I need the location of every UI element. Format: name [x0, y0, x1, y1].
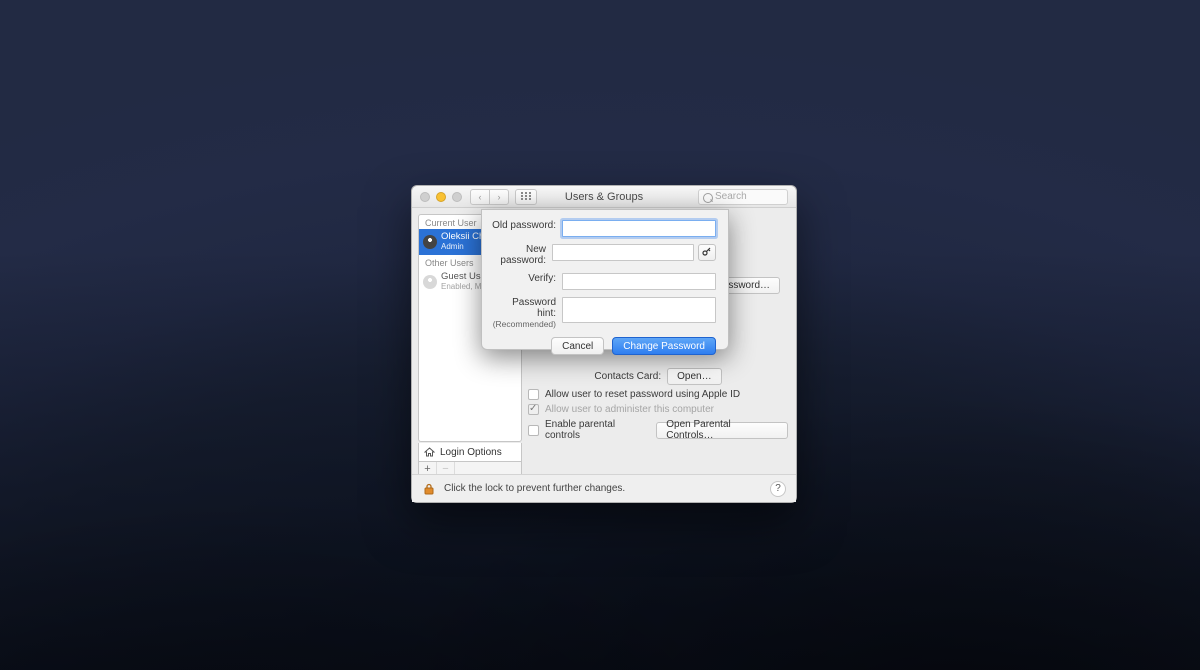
password-hint-input[interactable]	[562, 297, 716, 323]
login-options-button[interactable]: Login Options	[418, 443, 522, 462]
allow-admin-row: Allow user to administer this computer	[528, 404, 788, 415]
cancel-button[interactable]: Cancel	[551, 337, 604, 355]
parental-label: Enable parental controls	[545, 419, 650, 441]
avatar	[423, 235, 437, 249]
new-password-input[interactable]	[552, 244, 694, 261]
verify-password-input[interactable]	[562, 273, 716, 290]
parental-checkbox[interactable]	[528, 425, 539, 436]
avatar	[423, 275, 437, 289]
help-icon: ?	[775, 483, 781, 494]
search-input[interactable]: Search	[698, 189, 788, 205]
contacts-card-row: Contacts Card: Open…	[528, 368, 788, 385]
lock-icon[interactable]	[422, 482, 436, 496]
sheet-actions: Cancel Change Password	[492, 337, 716, 355]
old-password-label: Old password:	[492, 220, 562, 231]
verify-password-label: Verify:	[492, 273, 562, 284]
window-titlebar: ‹ › Users & Groups Search	[412, 186, 796, 208]
nav-forward-button[interactable]: ›	[489, 189, 509, 205]
password-hint-row: Password hint: (Recommended)	[492, 297, 716, 330]
chevron-right-icon: ›	[498, 192, 501, 202]
nav-buttons: ‹ ›	[470, 189, 509, 205]
allow-reset-row: Allow user to reset password using Apple…	[528, 389, 788, 400]
parental-open-label: Open Parental Controls…	[666, 419, 778, 441]
verify-password-row: Verify:	[492, 273, 716, 290]
sidebar-user-role: Admin	[441, 242, 464, 251]
allow-reset-checkbox[interactable]	[528, 389, 539, 400]
change-password-submit-label: Change Password	[623, 341, 705, 352]
show-all-button[interactable]	[515, 189, 537, 205]
password-hint-sub: (Recommended)	[493, 319, 556, 329]
new-password-label: New password:	[492, 244, 552, 266]
contacts-card-label: Contacts Card:	[594, 371, 661, 382]
password-hint-label: Password hint: (Recommended)	[492, 297, 562, 330]
login-options-label: Login Options	[440, 447, 502, 458]
search-placeholder: Search	[715, 191, 747, 202]
allow-admin-label: Allow user to administer this computer	[545, 404, 714, 415]
old-password-row: Old password:	[492, 220, 716, 237]
change-password-sheet: Old password: New password: Verify: Pass…	[481, 209, 729, 350]
cancel-label: Cancel	[562, 341, 593, 352]
old-password-input[interactable]	[562, 220, 716, 237]
home-icon	[424, 447, 435, 458]
window-footer: Click the lock to prevent further change…	[412, 474, 796, 502]
parental-open-button[interactable]: Open Parental Controls…	[656, 422, 788, 439]
window-close-button[interactable]	[420, 192, 430, 202]
contacts-open-label: Open…	[677, 371, 711, 382]
window-zoom-button[interactable]	[452, 192, 462, 202]
nav-back-button[interactable]: ‹	[470, 189, 490, 205]
new-password-row: New password:	[492, 244, 716, 266]
password-assistant-button[interactable]	[698, 244, 716, 261]
chevron-left-icon: ‹	[479, 192, 482, 202]
lock-text: Click the lock to prevent further change…	[444, 483, 625, 494]
parental-row: Enable parental controls Open Parental C…	[528, 419, 788, 441]
contacts-open-button[interactable]: Open…	[667, 368, 721, 385]
password-hint-label-text: Password hint:	[512, 297, 556, 319]
allow-admin-checkbox	[528, 404, 539, 415]
allow-reset-label: Allow user to reset password using Apple…	[545, 389, 740, 400]
change-password-submit-button[interactable]: Change Password	[612, 337, 716, 355]
help-button[interactable]: ?	[770, 481, 786, 497]
key-icon	[702, 246, 712, 259]
traffic-lights	[420, 192, 462, 202]
grid-icon	[521, 191, 531, 203]
window-minimize-button[interactable]	[436, 192, 446, 202]
